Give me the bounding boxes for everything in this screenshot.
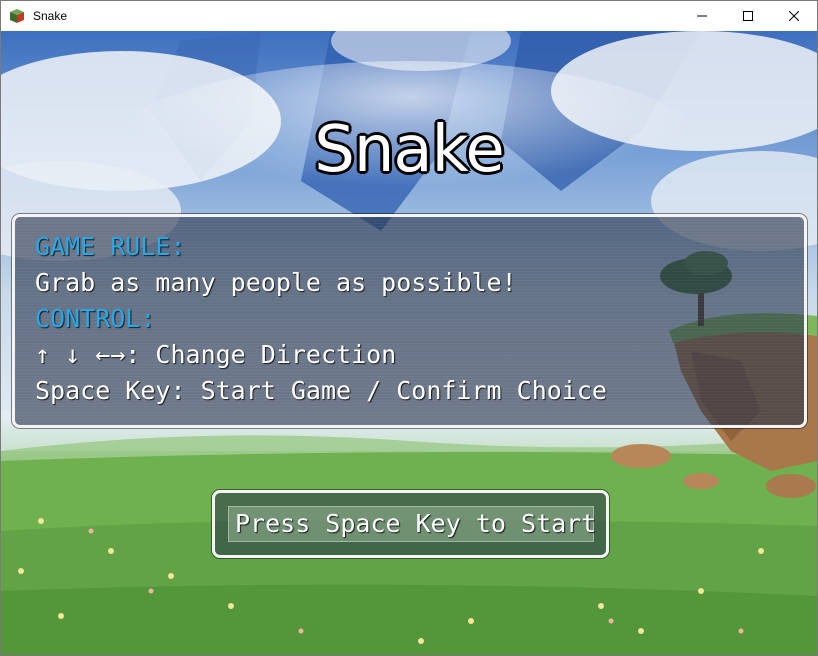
title-bar[interactable]: Snake <box>1 1 817 31</box>
game-rule-text: Grab as many people as possible! <box>35 268 517 297</box>
control-direction-text: ↑ ↓ ←→: Change Direction <box>35 340 397 369</box>
start-menu: Press Space Key to Start <box>212 490 609 558</box>
window-controls <box>679 1 817 31</box>
close-icon <box>789 11 799 21</box>
app-window: Snake Snake GAME RULE: Grab as many peop… <box>0 0 818 656</box>
close-button[interactable] <box>771 1 817 31</box>
game-title: Snake <box>314 113 505 187</box>
window-title: Snake <box>33 9 68 23</box>
minimize-button[interactable] <box>679 1 725 31</box>
control-space-text: Space Key: Start Game / Confirm Choice <box>35 376 607 405</box>
game-canvas[interactable]: Snake GAME RULE: Grab as many people as … <box>1 31 817 655</box>
minimize-icon <box>697 15 707 17</box>
game-rule-heading: GAME RULE: <box>35 232 186 261</box>
rules-panel: GAME RULE: Grab as many people as possib… <box>12 214 807 428</box>
start-prompt[interactable]: Press Space Key to Start <box>235 508 596 540</box>
maximize-button[interactable] <box>725 1 771 31</box>
control-heading: CONTROL: <box>35 304 156 333</box>
snake-app-icon <box>10 9 24 23</box>
maximize-icon <box>743 11 753 21</box>
